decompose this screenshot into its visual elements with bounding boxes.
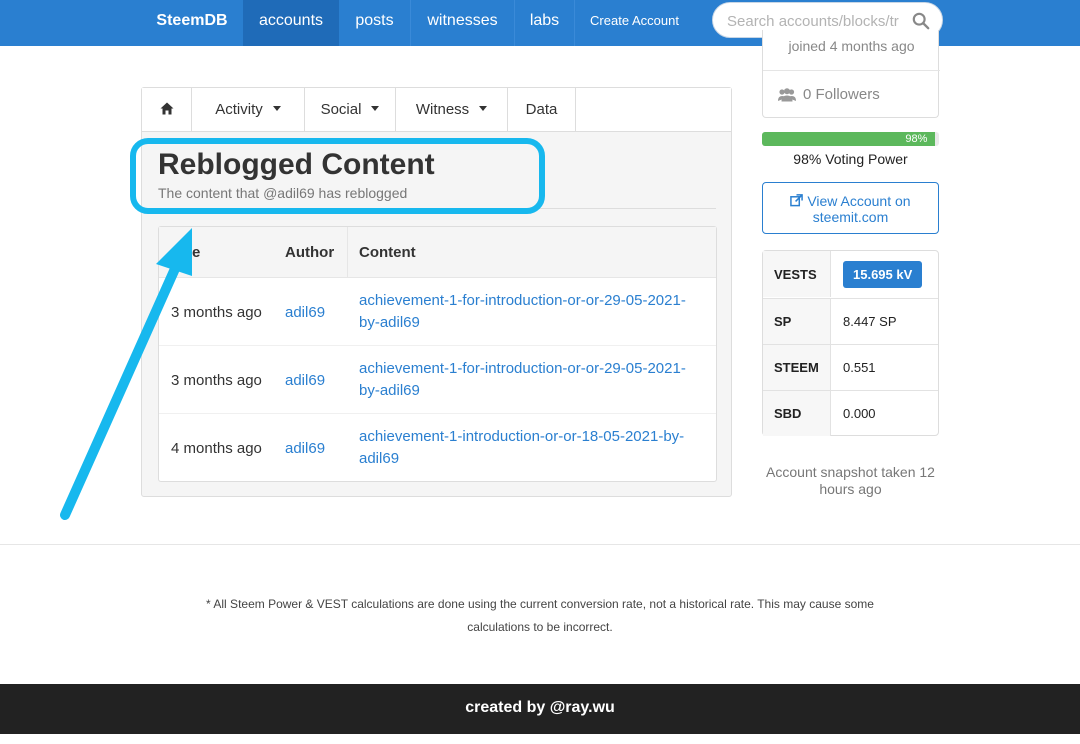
footer-note: * All Steem Power & VEST calculations ar… (206, 597, 874, 634)
tab-bar: Activity Social Witness Data (142, 88, 731, 132)
stat-row-vests: VESTS 15.695 kV (763, 251, 938, 297)
voting-power-fill-label: 98% (905, 133, 928, 145)
stat-key: STEEM (763, 345, 831, 390)
row-author-link[interactable]: adil69 (285, 346, 325, 414)
row-content-link[interactable]: achievement-1-for-introduction-or-or-29-… (359, 278, 694, 346)
search-input[interactable] (727, 12, 903, 30)
voting-power-fill: 98% (762, 132, 936, 146)
highlight-annotation (130, 138, 545, 214)
column-header-date[interactable]: te (187, 227, 200, 278)
row-date: 3 months ago (171, 303, 262, 321)
snapshot-note: Account snapshot taken 12 hours ago (766, 464, 935, 497)
row-author-link[interactable]: adil69 (285, 278, 325, 346)
column-header-author[interactable]: Author (285, 227, 334, 278)
header-divider (347, 227, 348, 278)
tab-data[interactable]: Data (508, 88, 576, 132)
row-content-link[interactable]: achievement-1-introduction-or-or-18-05-2… (359, 414, 694, 482)
tab-label: Activity (215, 101, 263, 118)
table-row: 3 months ago adil69 achievement-1-for-in… (159, 346, 716, 414)
chevron-down-icon (272, 105, 281, 111)
stat-value: 0.551 (843, 360, 876, 375)
users-icon (778, 87, 796, 101)
stat-row-sp: SP 8.447 SP (763, 298, 938, 344)
stat-value: 8.447 SP (843, 314, 897, 329)
row-date: 3 months ago (171, 371, 262, 389)
followers-count: 0 Followers (803, 86, 880, 103)
table-header: te Author Content (159, 227, 716, 278)
column-header-content[interactable]: Content (359, 227, 416, 278)
stat-key: VESTS (763, 251, 831, 297)
search-icon[interactable] (912, 12, 930, 30)
row-date: 4 months ago (171, 439, 262, 457)
stat-value: 0.000 (843, 406, 876, 421)
tab-activity[interactable]: Activity (192, 88, 305, 132)
tab-label: Social (320, 101, 362, 118)
brand-link[interactable]: SteemDB (142, 0, 242, 46)
footer-divider (0, 544, 1080, 545)
joined-date: joined 4 months ago (788, 38, 915, 54)
reblog-table: te Author Content 3 months ago adil69 ac… (158, 226, 717, 482)
followers-link[interactable]: 0 Followers (777, 86, 880, 103)
nav-accounts[interactable]: accounts (243, 0, 339, 46)
voting-power-text: 98% Voting Power (793, 151, 908, 167)
table-row: 3 months ago adil69 achievement-1-for-in… (159, 278, 716, 346)
tab-label: Data (525, 101, 558, 118)
tab-witness[interactable]: Witness (396, 88, 508, 132)
tab-label: Witness (415, 101, 470, 118)
row-author-link[interactable]: adil69 (285, 414, 325, 482)
view-account-line1: View Account on (807, 193, 911, 209)
home-icon (160, 102, 173, 115)
nav-labs[interactable]: labs (515, 0, 574, 46)
footer-credit-link[interactable]: created by @ray.wu (0, 699, 1080, 717)
stat-value: 15.695 kV (843, 251, 923, 297)
chevron-down-icon (479, 105, 488, 111)
stat-key: SP (763, 299, 831, 344)
table-row: 4 months ago adil69 achievement-1-introd… (159, 414, 716, 482)
view-account-button[interactable]: View Account on steemit.com (762, 182, 939, 234)
card-divider (763, 70, 940, 71)
stat-row-sbd: SBD 0.000 (763, 390, 938, 436)
tab-home[interactable] (142, 88, 192, 132)
external-link-icon (790, 194, 804, 207)
stat-row-steem: STEEM 0.551 (763, 344, 938, 390)
row-content-link[interactable]: achievement-1-for-introduction-or-or-29-… (359, 346, 694, 414)
profile-card: joined 4 months ago 0 Followers (762, 30, 940, 118)
voting-power-bar: 98% (762, 132, 939, 146)
nav-create-account[interactable]: Create Account (575, 0, 694, 46)
stat-key: SBD (763, 391, 831, 436)
account-stats-table: VESTS 15.695 kV SP 8.447 SP STEEM 0.551 … (762, 250, 939, 436)
view-account-line2: steemit.com (812, 209, 889, 225)
vests-badge[interactable]: 15.695 kV (843, 260, 923, 288)
chevron-down-icon (371, 105, 380, 111)
tab-social[interactable]: Social (305, 88, 396, 132)
nav-posts[interactable]: posts (339, 0, 410, 46)
nav-witnesses[interactable]: witnesses (411, 0, 514, 46)
footer-bar: created by @ray.wu (0, 684, 1080, 734)
